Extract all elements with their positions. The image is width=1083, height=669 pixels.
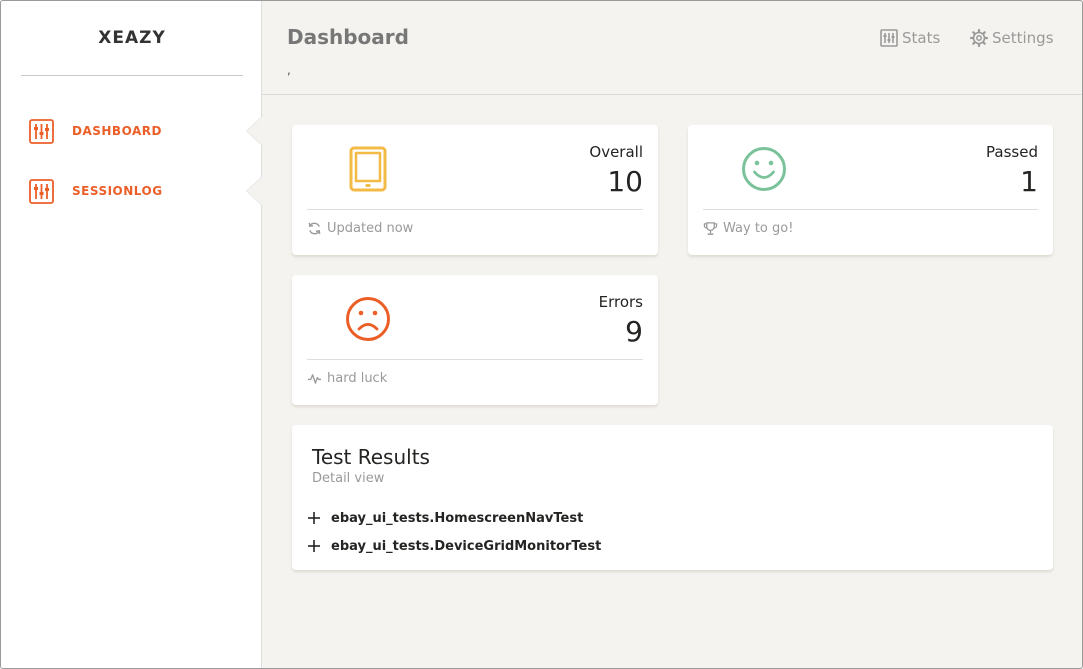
chart-icon: [880, 29, 898, 47]
results-subtitle: Detail view: [312, 471, 385, 486]
stat-value: 1: [1020, 165, 1038, 198]
stat-label: Errors: [598, 293, 643, 311]
sidebar-item-sessionlog[interactable]: SESSIONLOG: [1, 171, 263, 211]
refresh-icon: [308, 222, 321, 235]
nav-settings[interactable]: Settings: [970, 29, 1054, 47]
results-title: Test Results: [312, 445, 430, 469]
nav-settings-label: Settings: [992, 29, 1054, 47]
stat-card-passed: Passed 1 Way to go!: [688, 125, 1053, 255]
stat-label: Overall: [589, 143, 643, 161]
stat-card-errors: Errors 9 hard luck: [292, 275, 658, 405]
logo[interactable]: XEAZY: [21, 1, 243, 76]
frown-icon: [346, 297, 390, 341]
sidebar-item-label: DASHBOARD: [72, 124, 162, 138]
divider: [307, 359, 643, 360]
sidebar-item-dashboard[interactable]: DASHBOARD: [1, 111, 263, 151]
logo-text: XEAZY: [98, 28, 166, 48]
page-subtitle: ,: [287, 63, 291, 77]
stat-footer: hard luck: [307, 371, 387, 386]
app-window: XEAZY DASHBOARD SESSIONLOG Dashboard , S…: [0, 0, 1083, 669]
header: Dashboard , Stats Settings: [262, 1, 1082, 95]
test-name: ebay_ui_tests.DeviceGridMonitorTest: [331, 538, 602, 554]
divider: [703, 209, 1038, 210]
smile-icon: [742, 147, 786, 191]
stat-value: 10: [607, 165, 643, 198]
stat-value: 9: [625, 315, 643, 348]
test-row[interactable]: ebay_ui_tests.DeviceGridMonitorTest: [307, 535, 601, 557]
stat-footer-text: Way to go!: [723, 221, 794, 236]
plus-icon[interactable]: [307, 539, 321, 553]
test-name: ebay_ui_tests.HomescreenNavTest: [331, 510, 584, 526]
sidebar: XEAZY DASHBOARD SESSIONLOG: [1, 1, 263, 668]
stat-footer: Way to go!: [703, 221, 793, 236]
pulse-icon: [307, 374, 322, 384]
test-row[interactable]: ebay_ui_tests.HomescreenNavTest: [307, 507, 583, 529]
stat-footer-text: hard luck: [327, 371, 388, 386]
trophy-icon: [703, 222, 718, 235]
active-indicator-fill: [247, 116, 263, 146]
tablet-icon: [349, 146, 387, 192]
plus-icon[interactable]: [307, 511, 321, 525]
gear-icon: [970, 29, 988, 47]
sliders-icon: [29, 119, 54, 144]
test-results-card: Test Results Detail view ebay_ui_tests.H…: [292, 425, 1053, 570]
stat-footer-text: Updated now: [327, 221, 414, 236]
stat-footer: Updated now: [307, 221, 413, 236]
nav-stats[interactable]: Stats: [880, 29, 940, 47]
sidebar-item-label: SESSIONLOG: [72, 184, 163, 198]
stat-label: Passed: [986, 143, 1038, 161]
page-title: Dashboard: [287, 25, 409, 49]
sliders-icon: [29, 179, 54, 204]
divider: [307, 209, 643, 210]
stat-card-overall: Overall 10 Updated now: [292, 125, 658, 255]
nav-stats-label: Stats: [902, 29, 941, 47]
active-indicator-fill: [247, 176, 263, 206]
